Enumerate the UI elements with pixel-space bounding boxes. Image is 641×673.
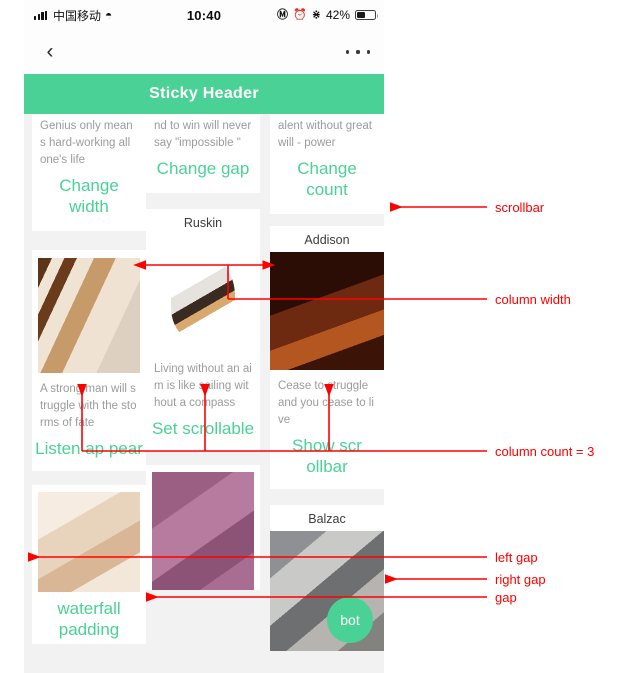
card-author: Balzac — [308, 512, 346, 526]
card-quote: Living without an aim is like sailing wi… — [154, 363, 252, 409]
status-bar-right: Ⓜ ⏰ ⋇ 42% — [277, 8, 379, 22]
cat-photo-calico — [146, 235, 260, 355]
navigation-bar: ‹ — [24, 30, 384, 74]
card-quote: A strong man will struggle with the stor… — [40, 383, 137, 429]
location-arrow-icon: Ⓜ — [277, 8, 289, 21]
card[interactable]: alent without great will - power Change … — [270, 114, 384, 214]
card-label: waterfall padding — [57, 599, 121, 639]
card-label: Set scrollable — [151, 419, 255, 438]
card-quote: Cease to struggle and you cease to live — [278, 380, 374, 426]
card-label: Show scr ollbar — [292, 436, 362, 476]
cat-photo-dark-red — [270, 252, 384, 370]
card-label: Change count — [297, 159, 357, 199]
cat-photo-cream-kitten — [38, 492, 140, 592]
card[interactable] — [146, 465, 260, 590]
card[interactable]: nd to win will never say "impossible " C… — [146, 114, 260, 193]
status-bar: 中国移动 ◓ 10:40 Ⓜ ⏰ ⋇ 42% — [24, 0, 384, 30]
annotation-label-scrollbar: scrollbar — [495, 200, 545, 215]
waterfall-column-1: Genius only means hard-working all one's… — [32, 114, 146, 653]
card[interactable]: waterfall padding — [32, 485, 146, 644]
waterfall-list[interactable]: Genius only means hard-working all one's… — [24, 114, 384, 673]
bot-floating-button[interactable]: bot — [327, 597, 373, 643]
bluetooth-icon: ⋇ — [311, 8, 321, 21]
alarm-clock-icon: ⏰ — [293, 8, 307, 21]
battery-icon — [355, 9, 379, 21]
cat-photo-grey-kitten-purple — [152, 472, 254, 590]
annotation-label-right-gap: right gap — [495, 572, 546, 587]
card-quote: Genius only means hard-working all one's… — [40, 120, 133, 166]
card[interactable]: A strong man will struggle with the stor… — [32, 250, 146, 471]
cat-photo-pale-tabby — [38, 258, 140, 373]
card-author: Ruskin — [183, 216, 223, 230]
card-label: Change width — [59, 176, 119, 216]
card-label: Change gap — [156, 159, 250, 178]
back-icon[interactable]: ‹ — [37, 39, 63, 65]
card-quote: alent without great will - power — [278, 120, 372, 149]
card-label: Listen ap pear — [35, 439, 143, 458]
annotation-label-column-width: column width — [495, 292, 571, 307]
sticky-header: Sticky Header — [24, 74, 384, 114]
waterfall-column-3: alent without great will - power Change … — [270, 114, 384, 660]
phone-viewport: 中国移动 ◓ 10:40 Ⓜ ⏰ ⋇ 42% ‹ Sticky Header G… — [24, 0, 384, 673]
annotation-label-column-count: column count = 3 — [495, 444, 595, 459]
waterfall-column-2: nd to win will never say "impossible " C… — [146, 114, 260, 599]
card[interactable]: Genius only means hard-working all one's… — [32, 114, 146, 231]
card-quote: nd to win will never say "impossible " — [154, 120, 252, 149]
battery-percent-label: 42% — [325, 8, 350, 22]
card[interactable]: Ruskin Living without an aim is like sai… — [146, 209, 260, 451]
card[interactable]: Addison Cease to struggle and you cease … — [270, 226, 384, 489]
more-horizontal-icon[interactable] — [346, 44, 370, 60]
annotation-label-left-gap: left gap — [495, 550, 538, 565]
card-author: Addison — [304, 233, 350, 247]
annotation-label-gap: gap — [495, 590, 517, 605]
